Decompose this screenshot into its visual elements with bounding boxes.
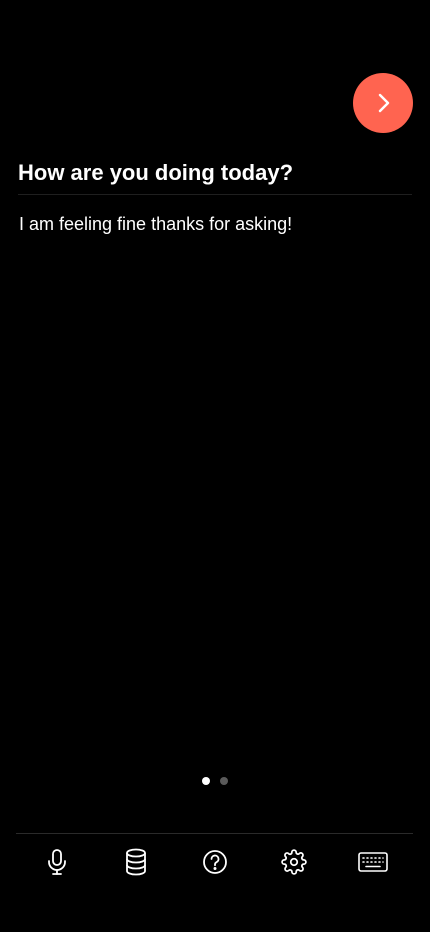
answer-text: I am feeling fine thanks for asking! — [19, 214, 293, 234]
page-indicator — [0, 777, 430, 785]
question-text: How are you doing today? — [18, 160, 294, 185]
next-button[interactable] — [353, 73, 413, 133]
settings-button[interactable] — [277, 845, 311, 879]
microphone-icon — [45, 848, 69, 876]
chevron-right-icon — [371, 91, 395, 115]
keyboard-icon — [358, 852, 388, 872]
page-dot[interactable] — [202, 777, 210, 785]
microphone-button[interactable] — [40, 845, 74, 879]
divider — [18, 194, 412, 195]
tabbar-divider — [16, 833, 413, 834]
help-icon — [202, 849, 228, 875]
database-button[interactable] — [119, 845, 153, 879]
settings-icon — [281, 849, 307, 875]
page-dot[interactable] — [220, 777, 228, 785]
bottom-toolbar — [16, 845, 413, 879]
help-button[interactable] — [198, 845, 232, 879]
database-icon — [124, 848, 148, 876]
keyboard-button[interactable] — [356, 845, 390, 879]
